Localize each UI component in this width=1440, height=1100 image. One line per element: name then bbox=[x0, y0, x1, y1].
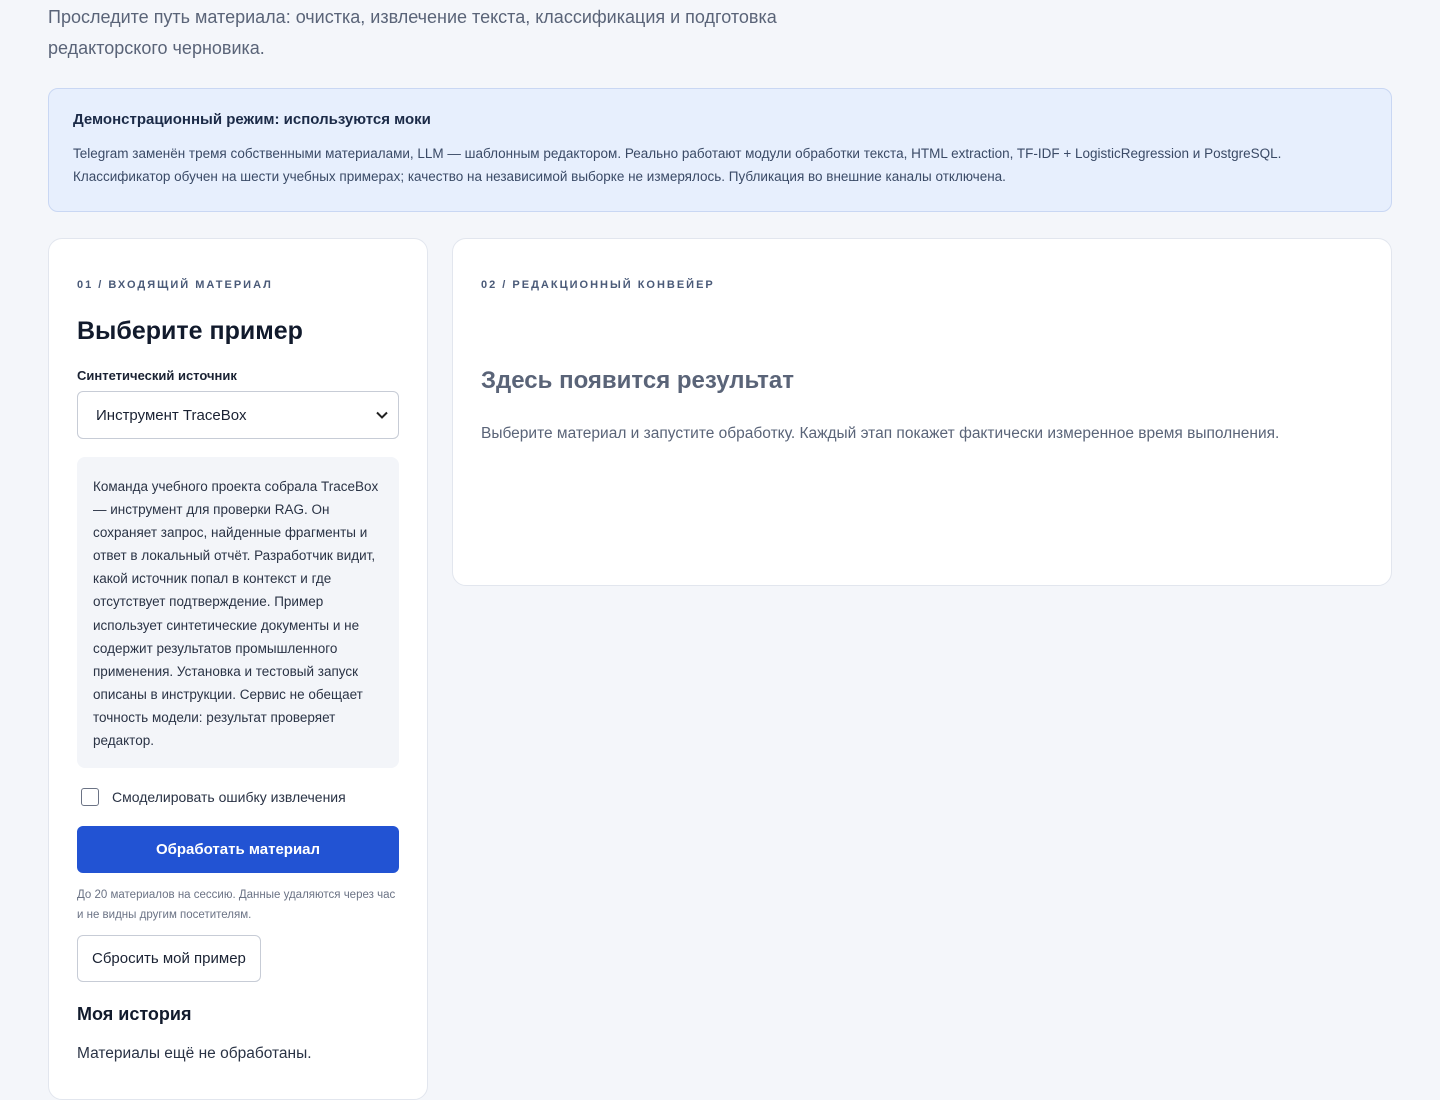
pipeline-panel-eyebrow: 02 / Редакционный конвейер bbox=[481, 279, 715, 291]
simulate-error-checkbox[interactable] bbox=[81, 788, 99, 807]
reset-button[interactable]: Сбросить мой пример bbox=[77, 935, 261, 983]
limit-hint: До 20 материалов на сессию. Данные удаля… bbox=[77, 889, 396, 922]
input-panel-eyebrow: 01 / Входящий материал bbox=[77, 279, 273, 291]
history-empty-text: Материалы ещё не обработаны. bbox=[77, 1045, 312, 1063]
source-description: Команда учебного проекта собрала TraceBo… bbox=[77, 457, 399, 769]
source-select[interactable]: Инструмент TraceBox bbox=[77, 391, 399, 439]
source-select-value: Инструмент TraceBox bbox=[96, 406, 247, 424]
result-placeholder-title: Здесь появится результат bbox=[481, 367, 794, 394]
chevron-down-icon bbox=[376, 408, 388, 422]
simulate-error-option[interactable]: Смоделировать ошибку извлечения bbox=[77, 788, 399, 807]
banner-title: Демонстрационный режим: используются мок… bbox=[73, 111, 431, 128]
demo-mode-banner: Демонстрационный режим: используются мок… bbox=[48, 88, 1392, 212]
simulate-error-label: Смоделировать ошибку извлечения bbox=[112, 789, 346, 806]
pipeline-panel: 02 / Редакционный конвейер Здесь появитс… bbox=[452, 238, 1392, 586]
page: Проследите путь материала: очистка, извл… bbox=[0, 0, 1440, 1100]
intro-text: Проследите путь материала: очистка, извл… bbox=[48, 7, 777, 58]
source-label: Синтетический источник bbox=[77, 368, 237, 383]
process-button[interactable]: Обработать материал bbox=[77, 826, 399, 874]
history-heading: Моя история bbox=[77, 1004, 192, 1025]
result-placeholder-text: Выберите материал и запустите обработку.… bbox=[481, 425, 1280, 442]
input-panel-heading: Выберите пример bbox=[77, 317, 303, 345]
banner-text: Telegram заменён тремя собственными мате… bbox=[73, 146, 1282, 184]
input-panel: 01 / Входящий материал Выберите пример С… bbox=[48, 238, 428, 1100]
